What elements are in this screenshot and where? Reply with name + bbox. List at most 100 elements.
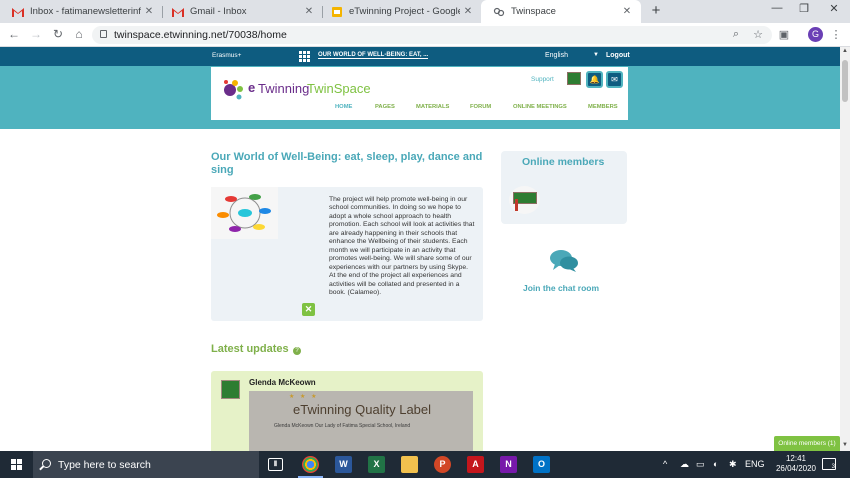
project-title: Our World of Well-Being: eat, sleep, pla…: [211, 151, 483, 176]
url-text: twinspace.etwinning.net/70038/home: [114, 29, 287, 41]
tab-title: Gmail - Inbox: [190, 6, 247, 17]
clock[interactable]: 12:41 26/04/2020: [774, 454, 818, 474]
project-image: [211, 187, 278, 239]
menu-forum[interactable]: FORUM: [470, 104, 491, 110]
site-topbar: Erasmus+ OUR WORLD OF WELL-BEING: EAT, .…: [0, 47, 840, 66]
star-icon[interactable]: ☆: [751, 28, 765, 41]
clock-date: 26/04/2020: [775, 464, 817, 473]
quality-label-subtitle: Glenda McKeown Our Lady of Fatima Specia…: [274, 423, 411, 429]
tab-title: Twinspace: [511, 6, 556, 17]
screen: Inbox - fatimanewsletterinfo@gm ✕ Gmail …: [0, 0, 850, 478]
menu-pages[interactable]: PAGES: [375, 104, 395, 110]
notifications-badge[interactable]: 3: [822, 458, 836, 470]
scrollbar-thumb[interactable]: [842, 60, 848, 102]
close-icon[interactable]: ✕: [301, 6, 317, 17]
tray-chevron-icon[interactable]: ^: [663, 459, 667, 469]
reload-icon[interactable]: ↻: [51, 27, 65, 41]
logo-twinning: Twinning: [258, 81, 310, 96]
chrome-icon[interactable]: [298, 456, 323, 478]
notifications-bell-icon[interactable]: 🔔: [586, 71, 603, 88]
search-icon[interactable]: ⌕: [729, 28, 743, 41]
menu-online-meetings[interactable]: ONLINE MEETINGS: [513, 104, 567, 110]
menu-members[interactable]: MEMBERS: [588, 104, 618, 110]
profile-avatar[interactable]: G: [808, 27, 823, 42]
task-view-icon[interactable]: ⫴: [268, 458, 283, 471]
acrobat-icon[interactable]: A: [467, 456, 484, 473]
online-members-chip[interactable]: Online members (1): [774, 436, 840, 451]
menu-materials[interactable]: MATERIALS: [416, 104, 449, 110]
language-indicator[interactable]: ENG: [745, 459, 765, 469]
twinspace-icon: [493, 7, 505, 16]
gmail-icon: [12, 7, 24, 17]
erasmus-logo: Erasmus+: [212, 52, 242, 59]
tab-inbox-fatima[interactable]: Inbox - fatimanewsletterinfo@gm ✕: [0, 0, 163, 23]
maximize-icon[interactable]: ❐: [796, 2, 812, 15]
author-avatar[interactable]: [221, 380, 240, 399]
word-icon[interactable]: W: [335, 456, 352, 473]
onedrive-icon[interactable]: ☁: [680, 459, 689, 470]
scroll-up-arrow-icon[interactable]: ▲: [840, 48, 850, 54]
windows-taskbar: Type here to search ⫴ W X P A N O ^ ☁ ▭ …: [0, 451, 850, 478]
browser-toolbar: ← → ↻ ⌂ twinspace.etwinning.net/70038/ho…: [0, 23, 850, 47]
close-icon[interactable]: ✕: [460, 6, 476, 17]
gmail-icon: [172, 7, 184, 17]
slides-icon: [332, 6, 342, 17]
tab-title: Inbox - fatimanewsletterinfo@gm: [30, 6, 141, 17]
home-icon[interactable]: ⌂: [72, 27, 86, 41]
online-member-avatar[interactable]: [509, 186, 540, 214]
menu-home[interactable]: HOME: [335, 104, 352, 110]
mail-icon[interactable]: ✉: [606, 71, 623, 88]
back-arrow-icon[interactable]: ←: [7, 27, 21, 41]
tools-icon[interactable]: ✕: [302, 303, 315, 316]
logo-e: e: [248, 80, 256, 95]
forward-arrow-icon[interactable]: →: [29, 27, 43, 41]
outlook-icon[interactable]: O: [533, 456, 550, 473]
search-placeholder: Type here to search: [58, 459, 151, 471]
etwinning-logo-icon: [224, 80, 243, 100]
close-icon[interactable]: ✕: [141, 6, 157, 17]
stars-decoration: ★ ★ ★: [289, 394, 319, 400]
language-select[interactable]: English: [545, 52, 568, 59]
windows-start-icon[interactable]: [11, 459, 22, 470]
update-author[interactable]: Glenda McKeown: [249, 378, 316, 387]
quality-label-title: eTwinning Quality Label: [293, 402, 432, 417]
taskbar-search[interactable]: Type here to search: [33, 451, 259, 478]
battery-icon[interactable]: ▭: [696, 459, 705, 470]
network-icon[interactable]: ◐: [713, 459, 718, 469]
window-close-icon[interactable]: ✕: [826, 2, 842, 15]
quality-label-image[interactable]: ★ ★ ★ eTwinning Quality Label Glenda McK…: [249, 391, 473, 451]
address-bar[interactable]: twinspace.etwinning.net/70038/home: [92, 26, 772, 44]
user-avatar[interactable]: [567, 72, 581, 85]
bluetooth-icon[interactable]: ✱: [729, 459, 737, 470]
support-link[interactable]: Support: [531, 76, 554, 83]
file-explorer-icon[interactable]: [401, 456, 418, 473]
lock-icon: [100, 30, 107, 38]
browser-tab-strip: Inbox - fatimanewsletterinfo@gm ✕ Gmail …: [0, 0, 850, 23]
web-page: Erasmus+ OUR WORLD OF WELL-BEING: EAT, .…: [0, 47, 840, 451]
project-description: The project will help promote well-being…: [329, 196, 475, 296]
extension-icon[interactable]: ▣: [777, 28, 791, 41]
join-chat-link[interactable]: Join the chat room: [523, 283, 599, 293]
close-icon[interactable]: ✕: [619, 6, 635, 17]
tab-title: eTwinning Project - Google Slide: [349, 6, 460, 17]
minimize-icon[interactable]: —: [769, 2, 785, 14]
excel-icon[interactable]: X: [368, 456, 385, 473]
logo-twinspace: TwinSpace: [307, 81, 371, 96]
tab-google-slides[interactable]: eTwinning Project - Google Slide ✕: [319, 0, 482, 23]
new-tab-button[interactable]: +: [648, 2, 664, 20]
page-scrollbar[interactable]: [840, 47, 850, 451]
logout-link[interactable]: Logout: [606, 52, 630, 59]
tab-gmail-inbox[interactable]: Gmail - Inbox ✕: [160, 0, 323, 23]
help-icon[interactable]: ?: [293, 347, 301, 355]
project-selector[interactable]: OUR WORLD OF WELL-BEING: EAT, ...: [318, 52, 429, 59]
latest-updates-heading: Latest updates: [211, 343, 289, 355]
clock-time: 12:41: [785, 454, 807, 463]
menu-dots-icon[interactable]: ⋮: [829, 28, 843, 41]
chat-bubbles-icon[interactable]: [549, 249, 579, 273]
onenote-icon[interactable]: N: [500, 456, 517, 473]
tab-twinspace[interactable]: Twinspace ✕: [481, 0, 641, 23]
scroll-down-arrow-icon[interactable]: ▼: [840, 442, 850, 448]
apps-grid-icon[interactable]: [299, 51, 310, 62]
powerpoint-icon[interactable]: P: [434, 456, 451, 473]
search-icon-handle: [39, 465, 44, 471]
